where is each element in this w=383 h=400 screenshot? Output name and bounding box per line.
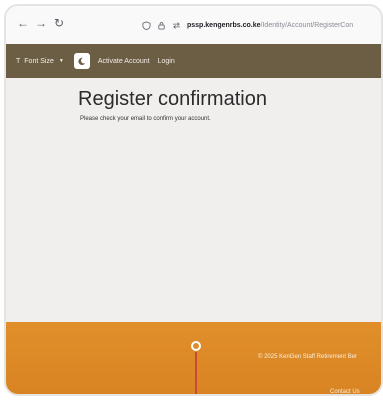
url-host: pssp.kengenrbs.co.ke <box>187 21 261 29</box>
arrow-left-icon[interactable]: ← <box>16 16 30 30</box>
lock-icon <box>158 21 165 30</box>
address-bar[interactable]: pssp.kengenrbs.co.ke/Identity/Account/Re… <box>142 14 381 36</box>
arrow-right-icon[interactable]: → <box>34 16 48 30</box>
main-content: Register confirmation Please check your … <box>6 78 381 322</box>
caret-down-icon: ▼ <box>58 58 64 64</box>
cursor-trail <box>195 352 197 394</box>
font-size-label: Font Size <box>24 57 54 65</box>
confirmation-message: Please check your email to confirm your … <box>80 116 211 122</box>
app-navbar: T Font Size ▼ Activate Account Login <box>6 44 381 78</box>
url-path: /Identity/Account/RegisterCon <box>260 21 354 29</box>
permissions-icon <box>172 21 181 29</box>
font-size-dropdown[interactable]: T Font Size ▼ <box>16 58 64 65</box>
page-title: Register confirmation <box>78 88 267 110</box>
shield-icon <box>142 20 151 30</box>
url-text: pssp.kengenrbs.co.ke/Identity/Account/Re… <box>187 22 353 29</box>
reload-icon[interactable]: ↻ <box>52 16 66 30</box>
footer: © 2025 KenGen Staff Retirement Ber Conta… <box>6 322 381 394</box>
nav-link-activate-account[interactable]: Activate Account <box>98 58 150 65</box>
footer-copyright: © 2025 KenGen Staff Retirement Ber <box>258 354 358 360</box>
theme-toggle-button[interactable] <box>73 53 90 69</box>
nav-link-login[interactable]: Login <box>158 58 175 65</box>
touch-cursor-indicator <box>191 341 201 351</box>
moon-icon <box>78 57 86 65</box>
footer-contact-link[interactable]: Contact Us <box>330 389 360 394</box>
text-size-icon: T <box>16 57 21 65</box>
browser-window: ← → ↻ pssp.kengenrbs.co.ke/Identity/Acco… <box>4 4 383 396</box>
browser-toolbar: ← → ↻ pssp.kengenrbs.co.ke/Identity/Acco… <box>6 6 381 45</box>
